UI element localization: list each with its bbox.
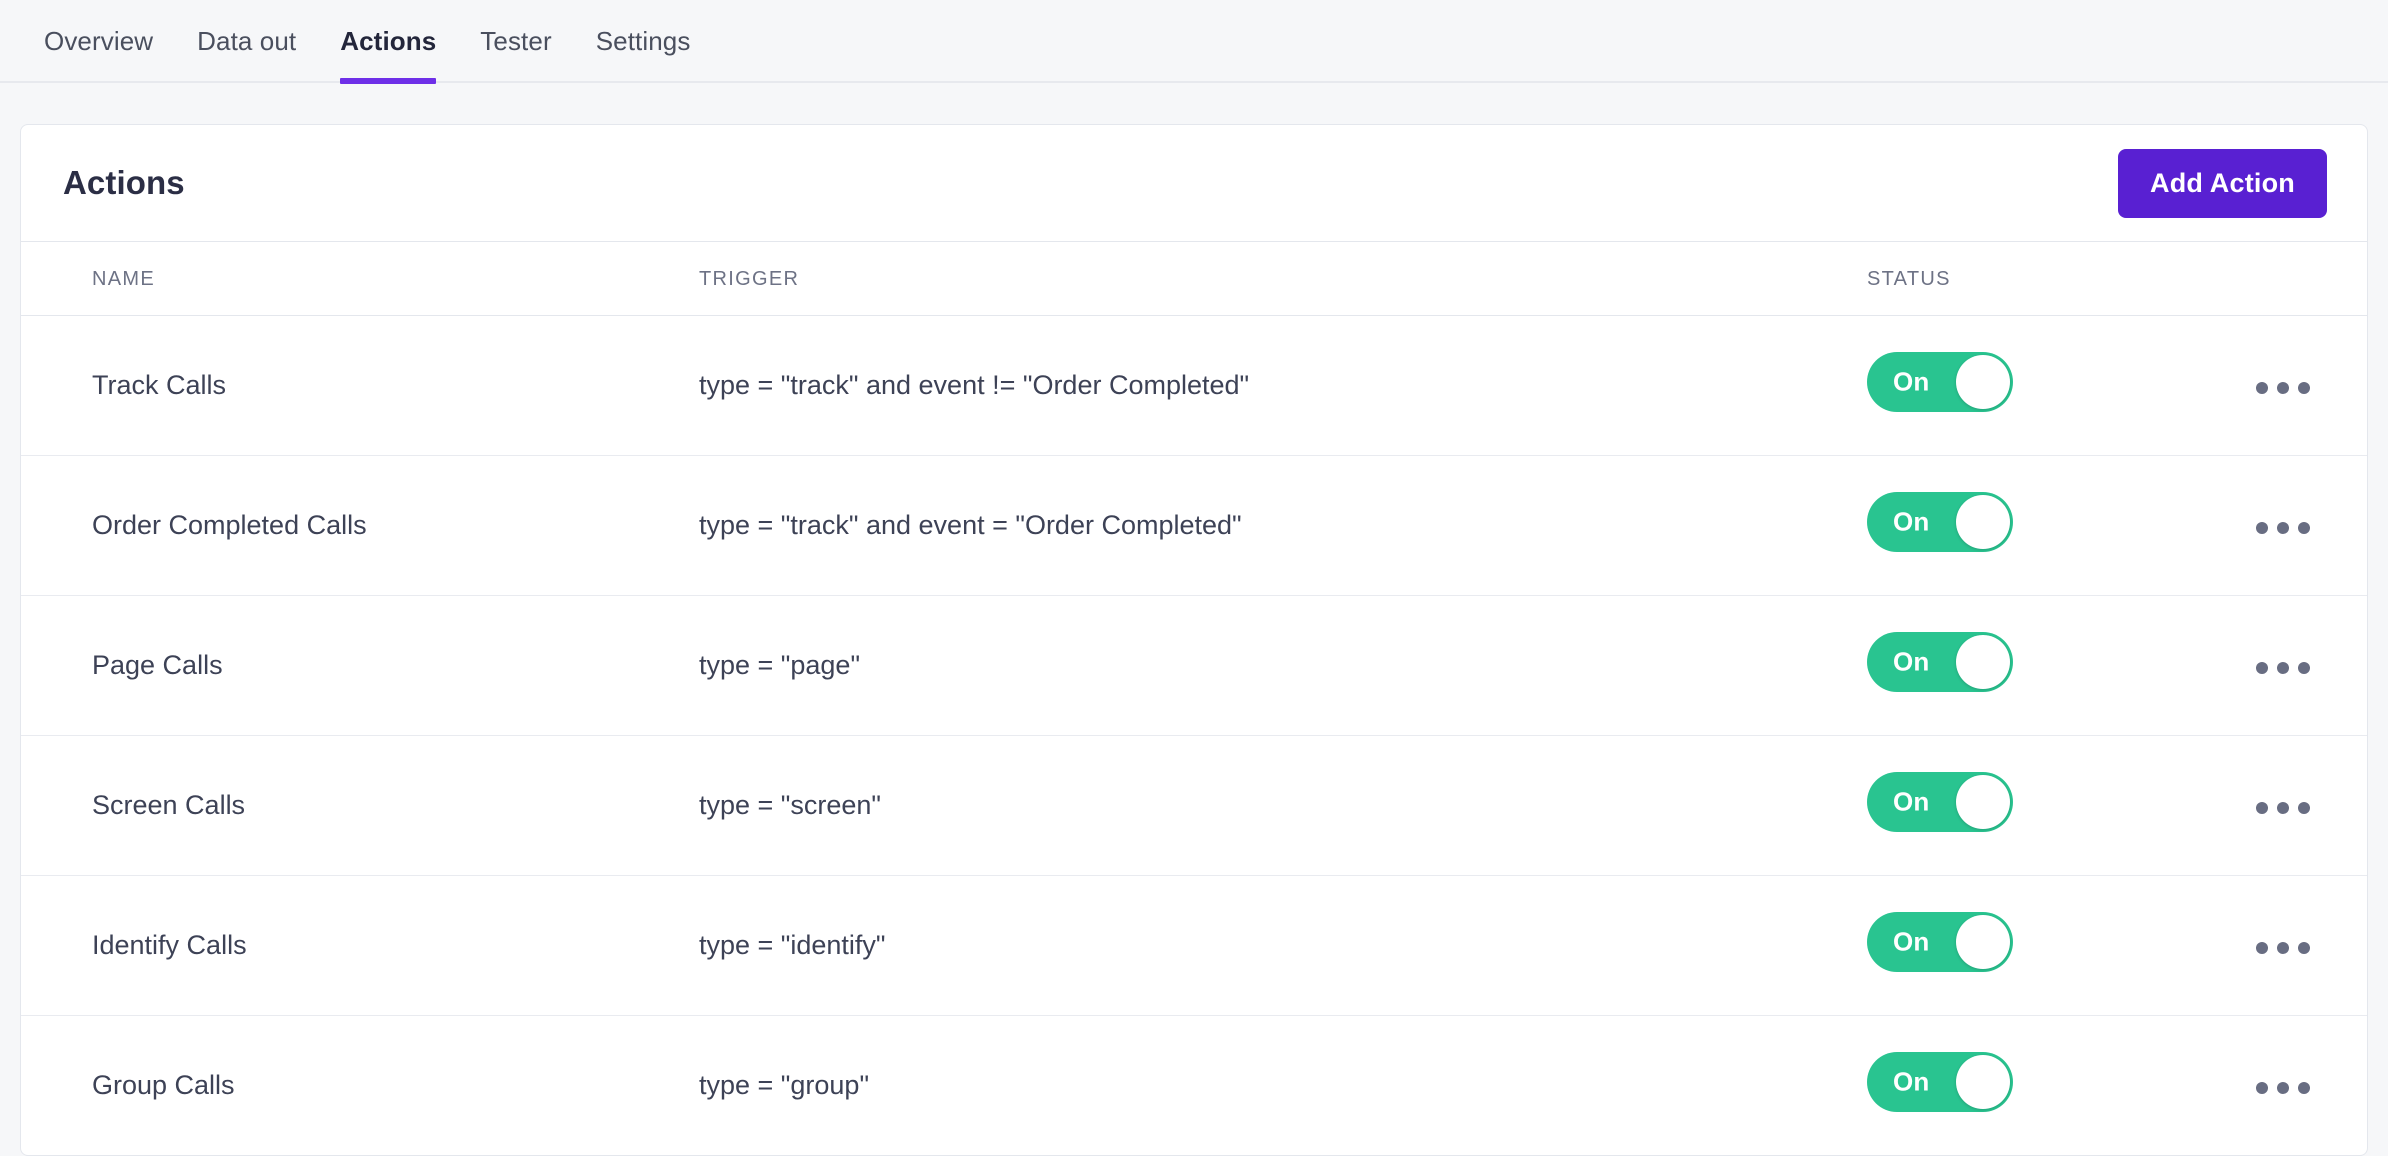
ellipsis-icon[interactable] <box>2254 374 2312 402</box>
column-header-trigger: TRIGGER <box>661 242 1821 316</box>
tab-settings[interactable]: Settings <box>574 0 713 82</box>
action-name: Group Calls <box>92 1070 235 1100</box>
action-name: Screen Calls <box>21 735 661 876</box>
status-toggle[interactable]: On <box>1867 772 2013 832</box>
table-row: Track Calls type = "track" and event != … <box>21 315 2367 456</box>
table-row: Identify Calls type = "identify" On <box>21 875 2367 1016</box>
action-trigger: type = "track" and event = "Order Comple… <box>661 455 1821 596</box>
action-name: Track Calls <box>21 315 661 456</box>
table-row: Group Calls type = "group" On <box>21 1016 2367 1156</box>
action-trigger: type = "track" and event != "Order Compl… <box>661 315 1821 456</box>
action-status-cell: On <box>1821 875 2181 1016</box>
table-row: Page Calls type = "page" On <box>21 595 2367 736</box>
status-toggle[interactable]: On <box>1867 632 2013 692</box>
status-toggle-knob <box>1956 355 2010 409</box>
add-action-button[interactable]: Add Action <box>2118 148 2327 218</box>
ellipsis-icon[interactable] <box>2254 934 2312 962</box>
actions-card-header: Actions Add Action <box>21 125 2367 242</box>
tab-tester[interactable]: Tester <box>458 0 573 82</box>
action-menu-cell <box>2181 875 2367 1016</box>
action-trigger: type = "screen" <box>661 735 1821 876</box>
ellipsis-icon[interactable] <box>2254 794 2312 822</box>
action-trigger: type = "group" <box>699 1070 870 1100</box>
ellipsis-icon[interactable] <box>2254 654 2312 682</box>
action-name: Page Calls <box>21 595 661 736</box>
action-menu-cell <box>2181 1016 2367 1156</box>
ellipsis-icon[interactable] <box>2254 514 2312 542</box>
column-header-actions <box>2181 242 2367 316</box>
action-status-cell: On <box>1821 735 2181 876</box>
tab-data-out[interactable]: Data out <box>175 0 318 82</box>
tab-bar: Overview Data out Actions Tester Setting… <box>0 0 2388 84</box>
action-status-cell: On <box>1821 315 2181 456</box>
status-toggle[interactable]: On <box>1867 912 2013 972</box>
status-toggle[interactable]: On <box>1867 352 2013 412</box>
status-toggle-label: On <box>1893 506 1930 537</box>
action-name: Identify Calls <box>21 875 661 1016</box>
status-toggle-label: On <box>1893 926 1930 957</box>
actions-table: NAME TRIGGER STATUS Track Calls type = "… <box>21 242 2367 1155</box>
action-status-cell: On <box>1821 1016 2181 1156</box>
table-row: Screen Calls type = "screen" On <box>21 735 2367 876</box>
status-toggle-knob <box>1956 635 2010 689</box>
ellipsis-icon[interactable] <box>2254 1074 2312 1102</box>
status-toggle-knob <box>1956 495 2010 549</box>
status-toggle[interactable]: On <box>1867 1052 2013 1112</box>
action-trigger: type = "identify" <box>661 875 1821 1016</box>
table-header-row: NAME TRIGGER STATUS <box>21 242 2367 316</box>
action-name: Order Completed Calls <box>21 455 661 596</box>
action-menu-cell <box>2181 595 2367 736</box>
action-status-cell: On <box>1821 595 2181 736</box>
actions-card: Actions Add Action NAME TRIGGER STATUS T… <box>20 124 2368 1156</box>
action-menu-cell <box>2181 735 2367 876</box>
action-menu-cell <box>2181 315 2367 456</box>
status-toggle-label: On <box>1893 786 1930 817</box>
status-toggle[interactable]: On <box>1867 492 2013 552</box>
action-menu-cell <box>2181 455 2367 596</box>
status-toggle-label: On <box>1893 366 1930 397</box>
status-toggle-knob <box>1956 1055 2010 1109</box>
actions-table-body: Track Calls type = "track" and event != … <box>21 315 2367 1156</box>
column-header-name: NAME <box>21 242 661 316</box>
action-status-cell: On <box>1821 455 2181 596</box>
status-toggle-label: On <box>1893 646 1930 677</box>
column-header-status: STATUS <box>1821 242 2181 316</box>
tab-actions[interactable]: Actions <box>318 0 458 84</box>
status-toggle-knob <box>1956 915 2010 969</box>
action-trigger: type = "page" <box>661 595 1821 736</box>
status-toggle-label: On <box>1893 1066 1930 1097</box>
page-title: Actions <box>63 164 185 201</box>
table-row: Order Completed Calls type = "track" and… <box>21 455 2367 596</box>
tab-overview[interactable]: Overview <box>22 0 175 82</box>
actions-table-head: NAME TRIGGER STATUS <box>21 242 2367 316</box>
status-toggle-knob <box>1956 775 2010 829</box>
